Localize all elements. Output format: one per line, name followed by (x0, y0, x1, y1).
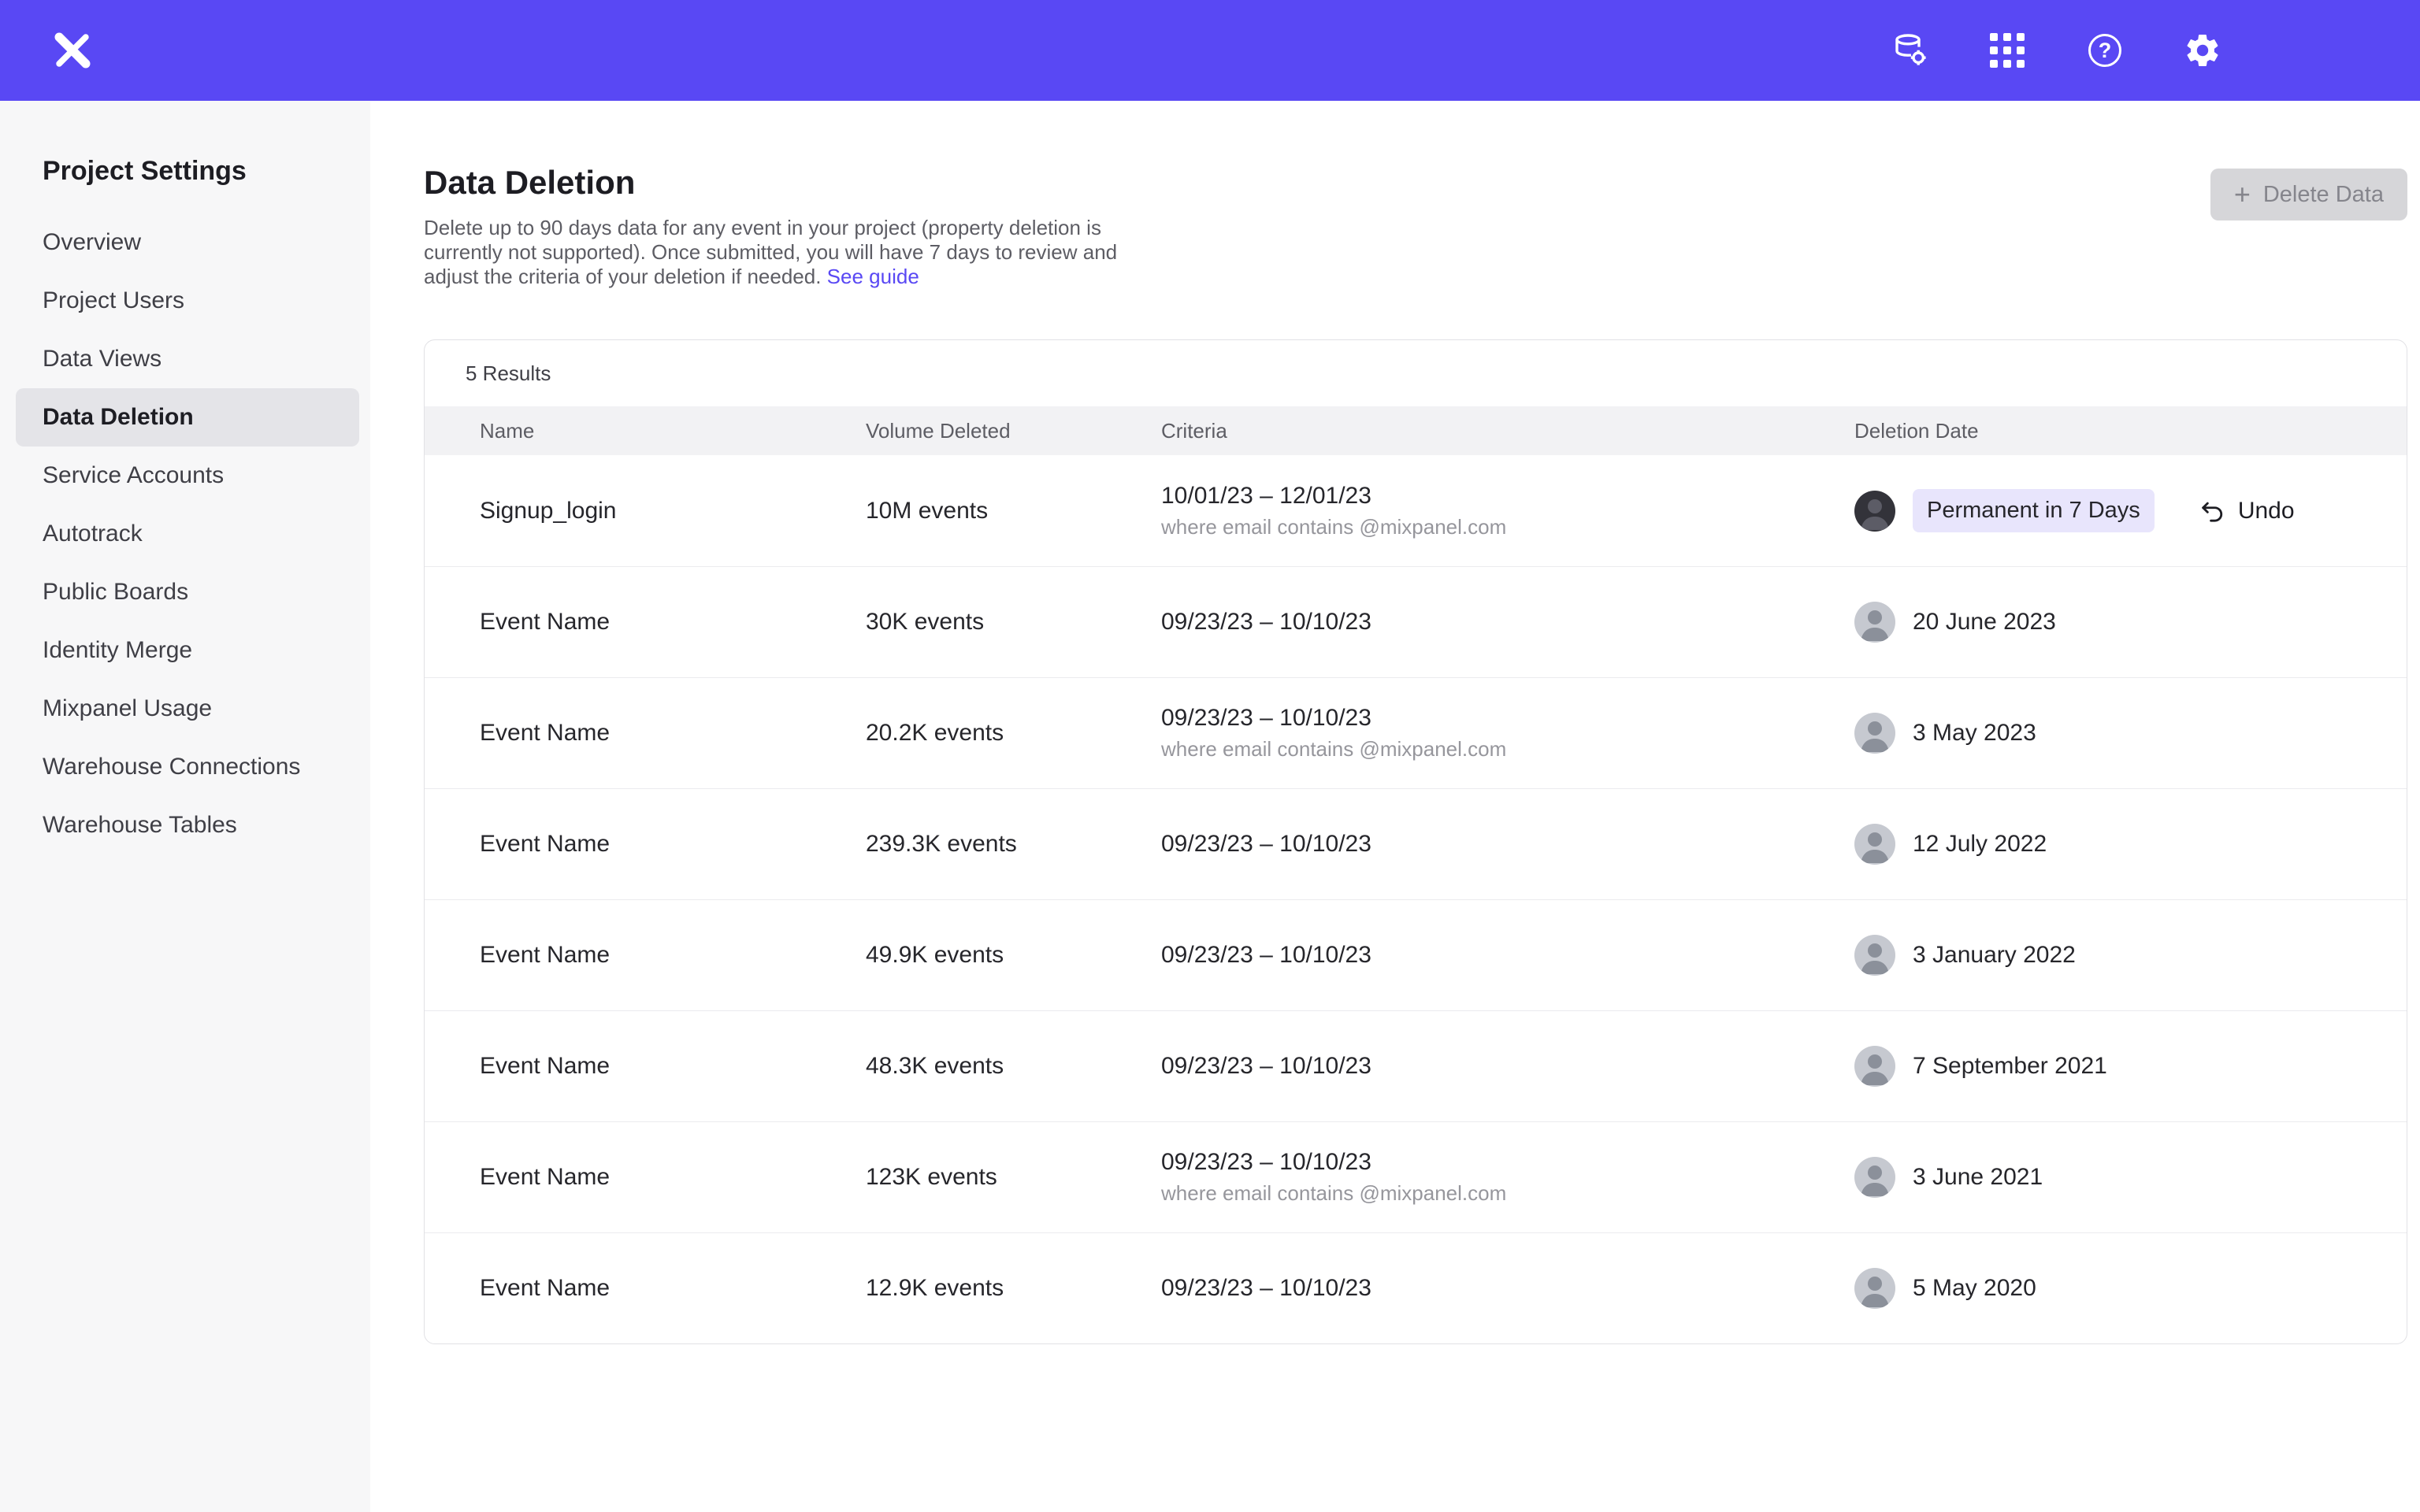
sidebar-item-data-views[interactable]: Data Views (16, 330, 359, 388)
event-name: Event Name (480, 1053, 866, 1080)
volume-deleted: 48.3K events (866, 1053, 1161, 1080)
deletion-date: 3 June 2021 (1913, 1164, 2043, 1191)
sidebar-item-warehouse-tables[interactable]: Warehouse Tables (16, 796, 359, 854)
deletion-date: 12 July 2022 (1913, 831, 2047, 858)
sidebar-item-warehouse-connections[interactable]: Warehouse Connections (16, 738, 359, 796)
results-card: 5 Results Name Volume Deleted Criteria D… (424, 339, 2407, 1344)
avatar (1854, 935, 1895, 976)
table-row: Event Name 239.3K events 09/23/23 – 10/1… (425, 788, 2407, 899)
table-row: Event Name 20.2K events 09/23/23 – 10/10… (425, 677, 2407, 788)
sidebar-item-overview[interactable]: Overview (16, 213, 359, 272)
sidebar-item-autotrack[interactable]: Autotrack (16, 505, 359, 563)
event-name: Event Name (480, 1164, 866, 1191)
undo-button[interactable]: Undo (2199, 498, 2295, 524)
volume-deleted: 239.3K events (866, 831, 1161, 858)
volume-deleted: 49.9K events (866, 942, 1161, 969)
event-name: Event Name (480, 720, 866, 747)
mixpanel-logo-icon (51, 29, 94, 72)
avatar (1854, 713, 1895, 754)
criteria-range: 10/01/23 – 12/01/23 (1161, 483, 1854, 510)
table-row: Event Name 48.3K events 09/23/23 – 10/10… (425, 1010, 2407, 1121)
avatar (1854, 1046, 1895, 1087)
table-header-row: Name Volume Deleted Criteria Deletion Da… (425, 406, 2407, 455)
sidebar-item-project-users[interactable]: Project Users (16, 272, 359, 330)
topbar: ? (0, 0, 2420, 101)
mixpanel-logo[interactable] (47, 25, 98, 76)
volume-deleted: 30K events (866, 609, 1161, 636)
sidebar-item-data-deletion[interactable]: Data Deletion (16, 388, 359, 447)
sidebar-item-public-boards[interactable]: Public Boards (16, 563, 359, 621)
avatar (1854, 824, 1895, 865)
avatar (1854, 491, 1895, 532)
criteria-range: 09/23/23 – 10/10/23 (1161, 705, 1854, 732)
sidebar-item-service-accounts[interactable]: Service Accounts (16, 447, 359, 505)
event-name: Event Name (480, 1275, 866, 1302)
criteria-range: 09/23/23 – 10/10/23 (1161, 1275, 1854, 1302)
settings-icon[interactable] (2182, 30, 2223, 71)
deletion-date: 5 May 2020 (1913, 1275, 2036, 1302)
status-badge: Permanent in 7 Days (1913, 489, 2155, 532)
column-header-name: Name (480, 419, 866, 443)
volume-deleted: 12.9K events (866, 1275, 1161, 1302)
sidebar-title: Project Settings (43, 156, 370, 187)
plus-icon: + (2234, 180, 2251, 209)
deletion-date: 20 June 2023 (1913, 609, 2056, 636)
criteria-filter: where email contains @mixpanel.com (1161, 515, 1854, 539)
topbar-icons: ? (1889, 30, 2223, 71)
avatar (1854, 602, 1895, 643)
deletion-date: 7 September 2021 (1913, 1053, 2107, 1080)
delete-data-button[interactable]: + Delete Data (2210, 169, 2407, 220)
event-name: Event Name (480, 831, 866, 858)
sidebar-nav: Overview Project Users Data Views Data D… (0, 213, 370, 854)
apps-grid-icon[interactable] (1987, 30, 2028, 71)
data-management-icon[interactable] (1889, 30, 1930, 71)
table-row: Event Name 12.9K events 09/23/23 – 10/10… (425, 1232, 2407, 1343)
volume-deleted: 10M events (866, 498, 1161, 524)
main-content: Data Deletion Delete up to 90 days data … (370, 101, 2420, 1512)
sidebar-item-mixpanel-usage[interactable]: Mixpanel Usage (16, 680, 359, 738)
event-name: Signup_login (480, 498, 866, 524)
see-guide-link[interactable]: See guide (827, 265, 919, 288)
volume-deleted: 123K events (866, 1164, 1161, 1191)
criteria-filter: where email contains @mixpanel.com (1161, 737, 1854, 762)
help-icon[interactable]: ? (2084, 30, 2125, 71)
undo-icon (2199, 498, 2225, 524)
deletion-date: 3 May 2023 (1913, 720, 2036, 747)
column-header-criteria: Criteria (1161, 419, 1854, 443)
table-row: Signup_login 10M events 10/01/23 – 12/01… (425, 455, 2407, 566)
page-title: Data Deletion (424, 164, 1125, 202)
criteria-range: 09/23/23 – 10/10/23 (1161, 942, 1854, 969)
results-count: 5 Results (425, 340, 2407, 406)
criteria-range: 09/23/23 – 10/10/23 (1161, 609, 1854, 636)
page-description: Delete up to 90 days data for any event … (424, 216, 1125, 289)
criteria-range: 09/23/23 – 10/10/23 (1161, 831, 1854, 858)
criteria-range: 09/23/23 – 10/10/23 (1161, 1053, 1854, 1080)
criteria-range: 09/23/23 – 10/10/23 (1161, 1149, 1854, 1176)
table-row: Event Name 123K events 09/23/23 – 10/10/… (425, 1121, 2407, 1232)
column-header-volume: Volume Deleted (866, 419, 1161, 443)
table-row: Event Name 30K events 09/23/23 – 10/10/2… (425, 566, 2407, 677)
avatar (1854, 1268, 1895, 1309)
event-name: Event Name (480, 609, 866, 636)
event-name: Event Name (480, 942, 866, 969)
column-header-deletion-date: Deletion Date (1854, 419, 2351, 443)
volume-deleted: 20.2K events (866, 720, 1161, 747)
table-row: Event Name 49.9K events 09/23/23 – 10/10… (425, 899, 2407, 1010)
criteria-filter: where email contains @mixpanel.com (1161, 1181, 1854, 1206)
sidebar: Project Settings Overview Project Users … (0, 101, 370, 1512)
avatar (1854, 1157, 1895, 1198)
sidebar-item-identity-merge[interactable]: Identity Merge (16, 621, 359, 680)
deletion-date: 3 January 2022 (1913, 942, 2076, 969)
